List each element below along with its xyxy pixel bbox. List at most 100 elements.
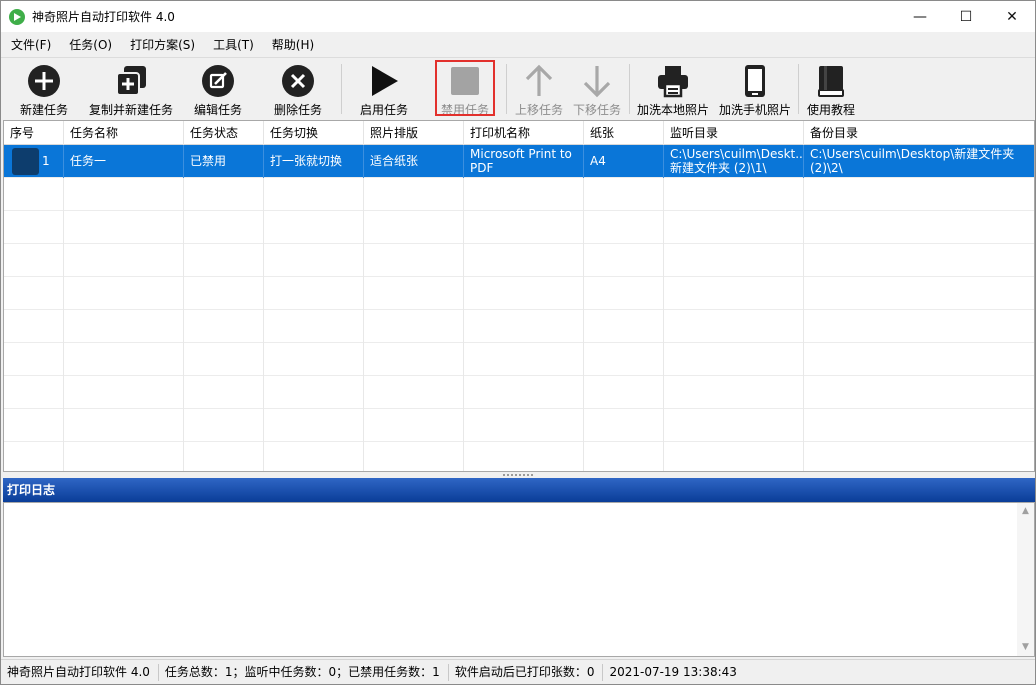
maximize-icon: ☐ (959, 8, 973, 25)
row-index-cell: 1 (4, 145, 64, 178)
column-header[interactable]: 纸张 (584, 121, 664, 145)
table-row[interactable]: 1 任务一 已禁用 打一张就切换 适合纸张 Microsoft Print to… (4, 145, 1034, 178)
empty-cell (184, 376, 264, 409)
empty-cell (664, 211, 804, 244)
column-header[interactable]: 任务切换 (264, 121, 364, 145)
minimize-icon: — (913, 8, 927, 25)
title-bar[interactable]: 神奇照片自动打印软件 4.0 — ☐ ✕ (1, 1, 1035, 32)
tutorial-button[interactable]: 使用教程 (802, 60, 860, 117)
minimize-button[interactable]: — (897, 1, 943, 32)
empty-cell (4, 409, 64, 442)
empty-table-row (4, 277, 1034, 310)
empty-cell (804, 310, 1034, 343)
printer-name-cell: Microsoft Print to PDF (464, 145, 584, 178)
move-up-button[interactable]: 上移任务 (511, 60, 567, 117)
edit-task-button[interactable]: 编辑任务 (189, 60, 247, 117)
column-header[interactable]: 备份目录 (804, 121, 1034, 145)
empty-cell (4, 343, 64, 376)
move-down-button[interactable]: 下移任务 (569, 60, 625, 117)
empty-cell (584, 310, 664, 343)
empty-cell (184, 343, 264, 376)
backup-dir-line: C:\Users\cuilm\Desktop\新建文件夹 (810, 147, 1015, 161)
status-app-name: 神奇照片自动打印软件 4.0 (1, 663, 159, 681)
highlight-frame (435, 60, 495, 116)
column-header[interactable]: 打印机名称 (464, 121, 584, 145)
empty-cell (364, 310, 464, 343)
empty-cell (464, 343, 584, 376)
row-selector[interactable] (12, 148, 39, 175)
empty-cell (664, 442, 804, 471)
new-task-button[interactable]: 新建任务 (15, 60, 73, 117)
backup-dir-cell: C:\Users\cuilm\Desktop\新建文件夹 (2)\2\ (804, 145, 1034, 178)
empty-cell (664, 409, 804, 442)
empty-cell (464, 178, 584, 211)
edit-task-label: 编辑任务 (193, 103, 242, 117)
menu-help[interactable]: 帮助(H) (262, 34, 322, 56)
empty-cell (4, 442, 64, 471)
log-panel: ▲ ▼ (3, 502, 1035, 657)
empty-cell (184, 442, 264, 471)
move-down-label: 下移任务 (572, 103, 621, 117)
empty-cell (584, 343, 664, 376)
empty-cell (664, 178, 804, 211)
empty-cell (4, 277, 64, 310)
arrow-down-icon (580, 64, 614, 98)
status-task-counts: 任务总数：1；监听中任务数：0；已禁用任务数：1 (159, 663, 449, 681)
close-button[interactable]: ✕ (989, 1, 1035, 32)
menu-tools[interactable]: 工具(T) (203, 34, 262, 56)
empty-cell (364, 277, 464, 310)
status-datetime: 2021-07-19 13:38:43 (609, 664, 737, 679)
menu-task[interactable]: 任务(O) (59, 34, 120, 56)
scroll-up-icon[interactable]: ▲ (1017, 503, 1034, 520)
scroll-down-icon[interactable]: ▼ (1017, 639, 1034, 656)
add-local-photos-button[interactable]: 加洗本地照片 (635, 60, 711, 117)
copy-new-task-button[interactable]: 复制并新建任务 (85, 60, 177, 117)
play-icon (367, 64, 401, 98)
column-header[interactable]: 任务名称 (64, 121, 184, 145)
empty-cell (584, 211, 664, 244)
app-logo-icon (9, 8, 25, 25)
empty-table-row (4, 310, 1034, 343)
column-header[interactable]: 照片排版 (364, 121, 464, 145)
printer-name-line: Microsoft Print to (470, 147, 572, 161)
menu-file[interactable]: 文件(F) (1, 34, 59, 56)
empty-cell (64, 442, 184, 471)
edit-icon (201, 64, 235, 98)
menu-bar: 文件(F) 任务(O) 打印方案(S) 工具(T) 帮助(H) (1, 34, 1035, 56)
empty-cell (64, 409, 184, 442)
splitter-grip[interactable] (503, 474, 533, 476)
empty-cell (804, 376, 1034, 409)
empty-cell (264, 244, 364, 277)
column-header[interactable]: 监听目录 (664, 121, 804, 145)
empty-cell (184, 310, 264, 343)
empty-cell (264, 409, 364, 442)
empty-cell (804, 244, 1034, 277)
empty-cell (64, 277, 184, 310)
task-switch-cell: 打一张就切换 (264, 145, 364, 178)
empty-cell (464, 244, 584, 277)
enable-task-label: 启用任务 (359, 103, 408, 117)
empty-cell (464, 310, 584, 343)
column-header[interactable]: 任务状态 (184, 121, 264, 145)
move-up-label: 上移任务 (514, 103, 563, 117)
app-window: 神奇照片自动打印软件 4.0 — ☐ ✕ 文件(F) 任务(O) 打印方案(S)… (0, 0, 1036, 685)
empty-cell (4, 310, 64, 343)
empty-table-row (4, 409, 1034, 442)
paper-cell: A4 (584, 145, 664, 178)
delete-task-button[interactable]: 删除任务 (269, 60, 327, 117)
plus-circle-icon (27, 64, 61, 98)
empty-cell (464, 409, 584, 442)
column-header[interactable]: 序号 (4, 121, 64, 145)
log-scrollbar[interactable]: ▲ ▼ (1017, 503, 1034, 656)
enable-task-button[interactable]: 启用任务 (355, 60, 413, 117)
empty-cell (364, 409, 464, 442)
empty-cell (664, 244, 804, 277)
new-task-label: 新建任务 (19, 103, 68, 117)
add-phone-photos-button[interactable]: 加洗手机照片 (717, 60, 793, 117)
maximize-button[interactable]: ☐ (943, 1, 989, 32)
empty-cell (364, 211, 464, 244)
empty-cell (804, 343, 1034, 376)
window-title: 神奇照片自动打印软件 4.0 (32, 10, 175, 24)
empty-cell (264, 442, 364, 471)
menu-print-scheme[interactable]: 打印方案(S) (120, 34, 203, 56)
